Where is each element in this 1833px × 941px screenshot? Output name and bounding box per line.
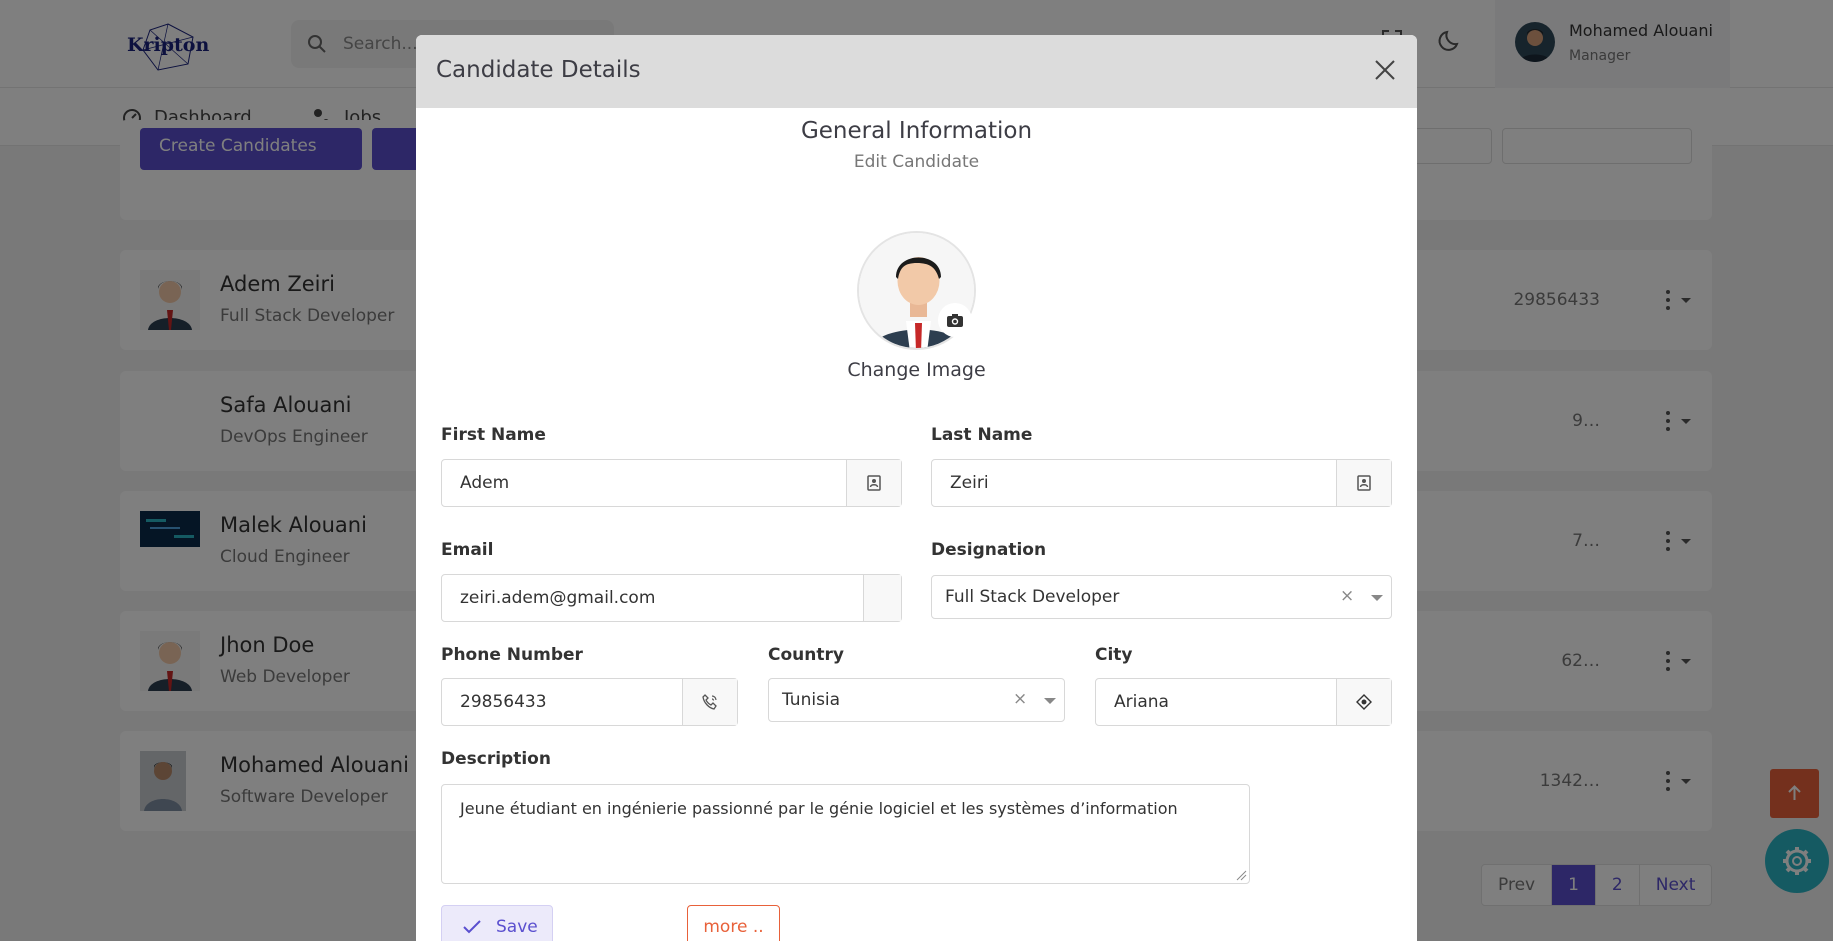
phone-field[interactable]: 29856433 (441, 678, 738, 726)
candidate-details-modal: Candidate Details General Information Ed… (416, 35, 1417, 941)
city-field[interactable]: Ariana (1095, 678, 1392, 726)
last-name-label: Last Name (931, 425, 1033, 445)
chevron-down-icon[interactable] (1371, 595, 1383, 601)
check-icon (463, 920, 481, 934)
clear-icon[interactable]: × (1340, 586, 1354, 606)
camera-button[interactable] (938, 303, 972, 337)
designation-value: Full Stack Developer (945, 587, 1120, 607)
id-badge-icon (1336, 460, 1391, 506)
clear-icon[interactable]: × (1013, 689, 1027, 709)
modal-header: Candidate Details (416, 35, 1417, 108)
save-button[interactable]: Save (441, 905, 553, 941)
more-button[interactable]: more .. (687, 905, 780, 941)
city-label: City (1095, 645, 1133, 665)
id-badge-icon (846, 460, 901, 506)
section-subtitle: Edit Candidate (853, 152, 980, 172)
camera-icon (947, 313, 963, 327)
chevron-down-icon[interactable] (1044, 698, 1056, 704)
city-value: Ariana (1114, 692, 1169, 712)
first-name-value: Adem (460, 473, 510, 493)
description-label: Description (441, 749, 551, 769)
designation-select[interactable]: Full Stack Developer × (931, 575, 1392, 619)
modal-title: Candidate Details (436, 57, 641, 83)
resize-handle-icon[interactable] (1235, 869, 1247, 881)
country-label: Country (768, 645, 844, 665)
first-name-label: First Name (441, 425, 546, 445)
first-name-field[interactable]: Adem (441, 459, 902, 507)
save-label: Save (496, 917, 538, 937)
email-label: Email (441, 540, 494, 560)
phone-icon (682, 679, 737, 725)
country-select[interactable]: Tunisia × (768, 678, 1065, 722)
country-value: Tunisia (782, 690, 841, 710)
email-value: zeiri.adem@gmail.com (460, 588, 656, 608)
location-icon (1336, 679, 1391, 725)
description-value: Jeune étudiant en ingénierie passionné p… (460, 799, 1178, 818)
section-title: General Information (800, 118, 1033, 144)
description-textarea[interactable]: Jeune étudiant en ingénierie passionné p… (441, 784, 1250, 884)
close-icon[interactable] (1374, 59, 1396, 81)
last-name-field[interactable]: Zeiri (931, 459, 1392, 507)
phone-value: 29856433 (460, 692, 547, 712)
designation-label: Designation (931, 540, 1047, 560)
change-image-label[interactable]: Change Image (416, 359, 1417, 381)
phone-label: Phone Number (441, 645, 583, 665)
last-name-value: Zeiri (950, 473, 989, 493)
email-field[interactable]: zeiri.adem@gmail.com (441, 574, 902, 622)
email-addon (863, 575, 901, 621)
